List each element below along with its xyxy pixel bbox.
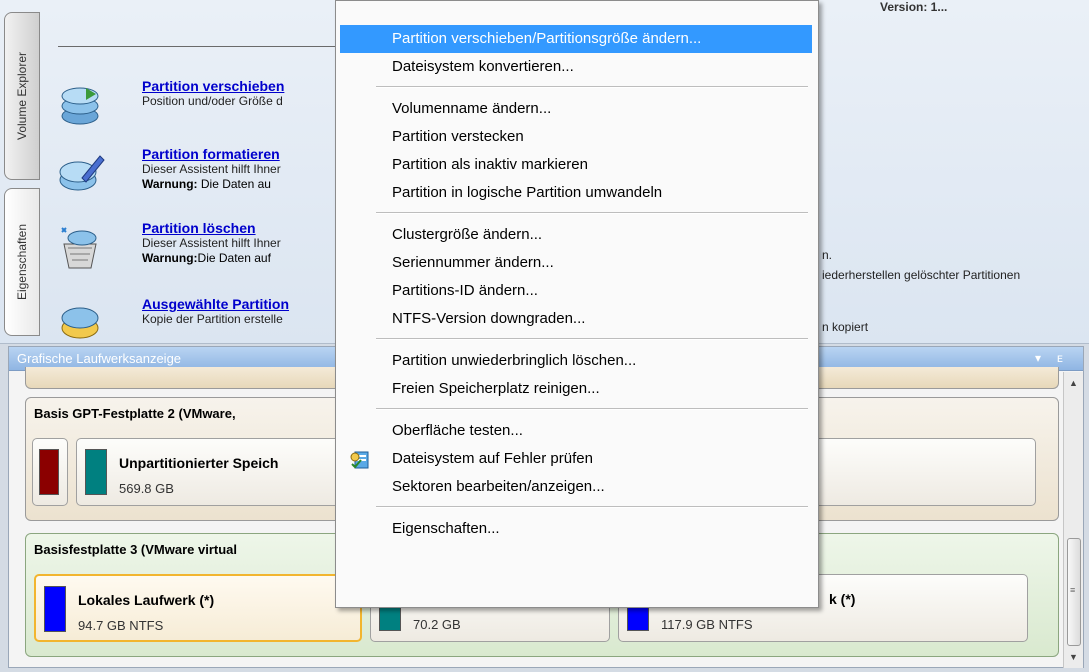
menu-item-label: Partition verschieben/Partitionsgröße än…: [392, 30, 702, 47]
format-partition-warning: Warnung: Die Daten au: [142, 177, 346, 192]
vertical-scrollbar[interactable]: ▲ ≡ ▼: [1063, 372, 1083, 668]
copy-partition-desc: Kopie der Partition erstelle: [142, 312, 283, 326]
scroll-up-icon[interactable]: ▲: [1069, 378, 1078, 388]
scroll-down-icon[interactable]: ▼: [1069, 652, 1078, 662]
version-label: Version: 1...: [880, 0, 948, 14]
context-menu[interactable]: Partition verschieben/Partitionsgröße än…: [335, 0, 819, 608]
warning-label: Warnung:: [142, 177, 198, 191]
divider: [58, 46, 348, 47]
menu-item-partitions-id-ändern[interactable]: Partitions-ID ändern...: [340, 277, 812, 305]
menu-item-label: Volumenname ändern...: [392, 100, 552, 117]
partition-name: Lokales Laufwerk (*): [78, 592, 215, 608]
filesystem-check-icon: [350, 451, 369, 469]
disk-3-title: Basisfestplatte 3 (VMware virtual: [34, 542, 238, 557]
panel-title: Grafische Laufwerksanzeige: [17, 351, 182, 366]
menu-item-dateisystem-konvertieren[interactable]: Dateisystem konvertieren...: [340, 53, 812, 81]
warning-label: Warnung:: [142, 251, 198, 265]
grip-icon: ≡: [1070, 585, 1076, 595]
menu-item-label: Partitions-ID ändern...: [392, 282, 538, 299]
menu-item-label: Seriennummer ändern...: [392, 254, 554, 271]
tab-eigenschaften[interactable]: Eigenschaften: [4, 188, 40, 336]
delete-warn-tail: iederherstellen gelöschter Partitionen: [822, 268, 1021, 282]
menu-item-dateisystem-auf-fehler-prüfen[interactable]: Dateisystem auf Fehler prüfen: [340, 445, 812, 473]
menu-item-label: Freien Speicherplatz reinigen...: [392, 380, 600, 397]
disk-2-system-partition[interactable]: [32, 438, 68, 506]
menu-item-volumenname-ändern[interactable]: Volumenname ändern...: [340, 95, 812, 123]
menu-item-freien-speicherplatz-reinigen[interactable]: Freien Speicherplatz reinigen...: [340, 375, 812, 403]
disk-2-title: Basis GPT-Festplatte 2 (VMware,: [34, 406, 236, 421]
partition-format-icon: [59, 155, 105, 191]
partition-color-swatch: [44, 586, 66, 632]
warning-text: Die Daten au: [197, 177, 271, 191]
scroll-thumb[interactable]: ≡: [1067, 538, 1081, 646]
menu-item-label: Partition unwiederbringlich löschen...: [392, 352, 637, 369]
menu-item-sektoren-bearbeiten-anzeigen[interactable]: Sektoren bearbeiten/anzeigen...: [340, 473, 812, 501]
delete-desc-tail: n.: [822, 248, 833, 262]
menu-item-ntfs-version-downgraden[interactable]: NTFS-Version downgraden...: [340, 305, 812, 333]
wizard-format-partition: Partition formatieren Dieser Assistent h…: [56, 146, 346, 208]
menu-separator: [376, 338, 808, 340]
menu-separator: [376, 212, 808, 214]
wizard-copy-partition: Ausgewählte Partition Kopie der Partitio…: [56, 296, 346, 342]
partition-size: 569.8 GB: [119, 481, 174, 496]
delete-partition-warning: Warnung:Die Daten auf: [142, 251, 346, 266]
menu-item-label: Partition verstecken: [392, 128, 524, 145]
partition-delete-icon: [61, 227, 97, 269]
menu-separator: [376, 86, 808, 88]
partition-name: k (*): [829, 591, 856, 607]
delete-partition-link[interactable]: Partition löschen: [142, 220, 346, 236]
menu-item-label: Dateisystem konvertieren...: [392, 58, 574, 75]
pin-dropdown-icon[interactable]: ▾: [1035, 351, 1041, 365]
menu-item-partition-als-inaktiv-markieren[interactable]: Partition als inaktiv markieren: [340, 151, 812, 179]
disk-3-partition-local[interactable]: Lokales Laufwerk (*) 94.7 GB NTFS: [34, 574, 362, 642]
vertical-tabs: Volume Explorer Eigenschaften: [0, 0, 44, 344]
menu-item-label: Partition als inaktiv markieren: [392, 156, 588, 173]
warning-text: Die Daten auf: [197, 251, 271, 265]
partition-color-swatch: [39, 449, 59, 495]
menu-item-label: NTFS-Version downgraden...: [392, 310, 586, 327]
menu-item-label: Partition in logische Partition umwandel…: [392, 184, 663, 201]
menu-item-oberfläche-testen[interactable]: Oberfläche testen...: [340, 417, 812, 445]
delete-partition-desc: Dieser Assistent hilft Ihner: [142, 236, 281, 250]
menu-item-label: Oberfläche testen...: [392, 422, 523, 439]
menu-item-clustergröße-ändern[interactable]: Clustergröße ändern...: [340, 221, 812, 249]
menu-item-label: Eigenschaften...: [392, 520, 500, 537]
wizard-move-partition: Partition verschieben Position und/oder …: [56, 78, 346, 140]
partition-size: 70.2 GB: [413, 617, 461, 632]
menu-separator: [376, 506, 808, 508]
partition-name: Unpartitionierter Speich: [119, 455, 279, 471]
menu-item-label: Clustergröße ändern...: [392, 226, 543, 243]
wizard-delete-partition: Partition löschen Dieser Assistent hilft…: [56, 220, 346, 282]
copy-desc-tail: n kopiert: [822, 320, 869, 334]
partition-copy-icon: [61, 307, 99, 339]
copy-partition-link[interactable]: Ausgewählte Partition: [142, 296, 346, 312]
format-partition-link[interactable]: Partition formatieren: [142, 146, 346, 162]
tab-eigenschaften-label: Eigenschaften: [15, 223, 29, 301]
move-partition-desc: Position und/oder Größe d: [142, 94, 283, 108]
menu-item-partition-verstecken[interactable]: Partition verstecken: [340, 123, 812, 151]
partition-size: 117.9 GB NTFS: [661, 617, 753, 632]
menu-item-eigenschaften[interactable]: Eigenschaften...: [340, 515, 812, 543]
menu-item-label: Sektoren bearbeiten/anzeigen...: [392, 478, 605, 495]
menu-separator: [376, 408, 808, 410]
menu-item-partition-unwiederbringlich-löschen[interactable]: Partition unwiederbringlich löschen...: [340, 347, 812, 375]
tab-volume-explorer[interactable]: Volume Explorer: [4, 12, 40, 180]
menu-item-partition-verschieben-partitionsgröße-ändern[interactable]: Partition verschieben/Partitionsgröße än…: [340, 25, 812, 53]
menu-item-partition-in-logische-partition-umwandeln[interactable]: Partition in logische Partition umwandel…: [340, 179, 812, 207]
menu-item-label: Dateisystem auf Fehler prüfen: [392, 450, 593, 467]
move-partition-link[interactable]: Partition verschieben: [142, 78, 346, 94]
tab-volume-explorer-label: Volume Explorer: [15, 51, 29, 141]
partition-color-swatch: [85, 449, 107, 495]
partition-move-icon: [61, 87, 99, 125]
menu-item-seriennummer-ändern[interactable]: Seriennummer ändern...: [340, 249, 812, 277]
partition-size: 94.7 GB NTFS: [78, 618, 164, 633]
format-partition-desc: Dieser Assistent hilft Ihner: [142, 162, 281, 176]
float-panel-icon[interactable]: ᴇ: [1057, 351, 1063, 365]
